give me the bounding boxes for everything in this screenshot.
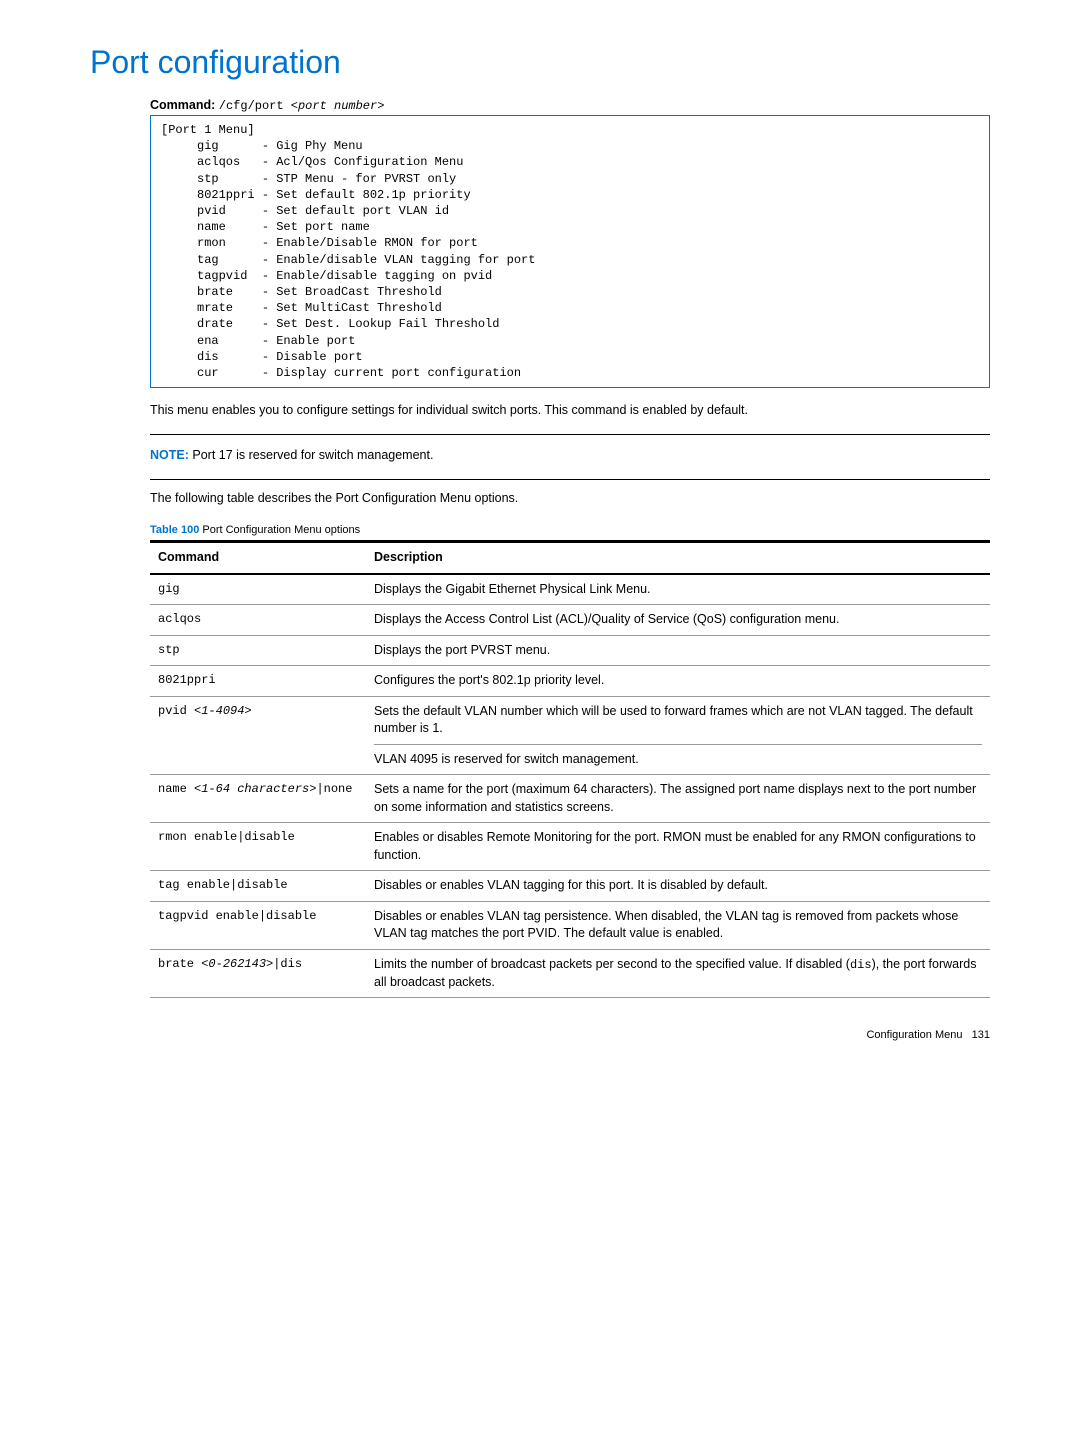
table-row: rmon enable|disable Enables or disables … [150,823,990,871]
intro-text: This menu enables you to configure setti… [150,402,990,420]
desc-cell: Enables or disables Remote Monitoring fo… [366,823,990,871]
table-number: Table 100 [150,524,199,536]
desc-cell: Sets the default VLAN number which will … [366,696,990,775]
page-title: Port configuration [90,40,990,85]
desc-cell: Displays the Gigabit Ethernet Physical L… [366,574,990,605]
desc-cell: Disables or enables VLAN tag persistence… [366,901,990,949]
footer-section: Configuration Menu [866,1029,962,1041]
cmd-arg: <0-262143> [201,957,273,971]
col-command: Command [150,542,366,574]
note: NOTE: Port 17 is reserved for switch man… [150,447,990,465]
following-text: The following table describes the Port C… [150,490,990,508]
table-header-row: Command Description [150,542,990,574]
cmd-text: name [158,782,194,796]
divider [150,434,990,435]
table-row: gig Displays the Gigabit Ethernet Physic… [150,574,990,605]
cmd-cell: tag enable|disable [150,871,366,902]
divider [150,479,990,480]
note-label: NOTE: [150,448,189,462]
cmd-text: pvid [158,704,194,718]
note-text: Port 17 is reserved for switch managemen… [189,448,434,462]
cmd-text: brate [158,957,201,971]
cmd-cell: stp [150,635,366,666]
page-footer: Configuration Menu 131 [90,1028,990,1043]
command-line: Command: /cfg/port <port number> [150,97,990,115]
cmd-arg: <1-4094> [194,704,252,718]
desc-cell: Limits the number of broadcast packets p… [366,949,990,997]
desc-mono: dis [850,958,872,972]
table-row: tagpvid enable|disable Disables or enabl… [150,901,990,949]
cmd-cell: aclqos [150,605,366,636]
command-arg: <port number> [291,99,385,113]
cmd-tail: |none [316,782,352,796]
cmd-cell: rmon enable|disable [150,823,366,871]
desc-cell: Sets a name for the port (maximum 64 cha… [366,775,990,823]
table-row: name <1-64 characters>|none Sets a name … [150,775,990,823]
desc-cell: Displays the port PVRST menu. [366,635,990,666]
desc-line: Sets the default VLAN number which will … [374,703,982,745]
desc-line: VLAN 4095 is reserved for switch managem… [374,751,982,769]
cmd-cell: pvid <1-4094> [150,696,366,775]
table-row: tag enable|disable Disables or enables V… [150,871,990,902]
cmd-cell: tagpvid enable|disable [150,901,366,949]
table-row: stp Displays the port PVRST menu. [150,635,990,666]
cmd-cell: gig [150,574,366,605]
table-caption-text: Port Configuration Menu options [199,524,360,536]
table-row: brate <0-262143>|dis Limits the number o… [150,949,990,997]
cmd-cell: 8021ppri [150,666,366,697]
cmd-tail: |dis [273,957,302,971]
desc-prefix: Limits the number of broadcast packets p… [374,957,850,971]
table-row: pvid <1-4094> Sets the default VLAN numb… [150,696,990,775]
command-label: Command: [150,98,215,112]
table-row: aclqos Displays the Access Control List … [150,605,990,636]
col-description: Description [366,542,990,574]
cmd-arg: <1-64 characters> [194,782,316,796]
desc-cell: Disables or enables VLAN tagging for thi… [366,871,990,902]
cmd-cell: brate <0-262143>|dis [150,949,366,997]
options-table: Command Description gig Displays the Gig… [150,540,990,998]
table-row: 8021ppri Configures the port's 802.1p pr… [150,666,990,697]
desc-cell: Displays the Access Control List (ACL)/Q… [366,605,990,636]
desc-cell: Configures the port's 802.1p priority le… [366,666,990,697]
code-block: [Port 1 Menu] gig - Gig Phy Menu aclqos … [150,115,990,388]
cmd-cell: name <1-64 characters>|none [150,775,366,823]
command-path: /cfg/port [219,99,291,113]
footer-page: 131 [972,1029,990,1041]
table-caption: Table 100 Port Configuration Menu option… [150,523,990,538]
